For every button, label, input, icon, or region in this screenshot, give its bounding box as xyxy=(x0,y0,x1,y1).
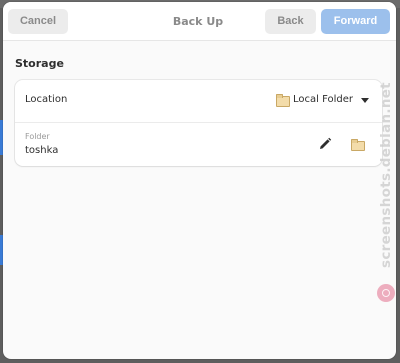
folder-icon xyxy=(351,139,365,151)
chevron-down-icon xyxy=(361,98,369,103)
browse-folder-button[interactable] xyxy=(349,135,367,153)
location-dropdown[interactable]: Local Folder xyxy=(273,88,377,114)
location-value: Local Folder xyxy=(293,94,353,105)
header-bar: Cancel Back Up Back Forward xyxy=(3,2,396,41)
folder-row: Folder toshka xyxy=(15,123,382,166)
edit-folder-button[interactable] xyxy=(317,136,333,152)
watermark-text: screenshots.debian.net xyxy=(378,82,394,268)
pencil-icon xyxy=(320,137,332,149)
folder-icon xyxy=(276,94,290,107)
storage-card: Location Local Folder Folder toshka xyxy=(15,80,382,166)
folder-value: toshka xyxy=(25,145,59,156)
folder-caption: Folder xyxy=(25,132,50,141)
debian-logo-icon xyxy=(377,284,395,302)
forward-button[interactable]: Forward xyxy=(321,9,390,34)
dialog-title: Back Up xyxy=(172,15,224,28)
location-label: Location xyxy=(25,94,68,105)
location-row: Location Local Folder xyxy=(15,80,382,123)
cancel-button[interactable]: Cancel xyxy=(8,9,68,34)
backup-dialog: Cancel Back Up Back Forward Storage Loca… xyxy=(3,2,396,359)
storage-section-title: Storage xyxy=(15,57,64,70)
back-button[interactable]: Back xyxy=(265,9,316,34)
